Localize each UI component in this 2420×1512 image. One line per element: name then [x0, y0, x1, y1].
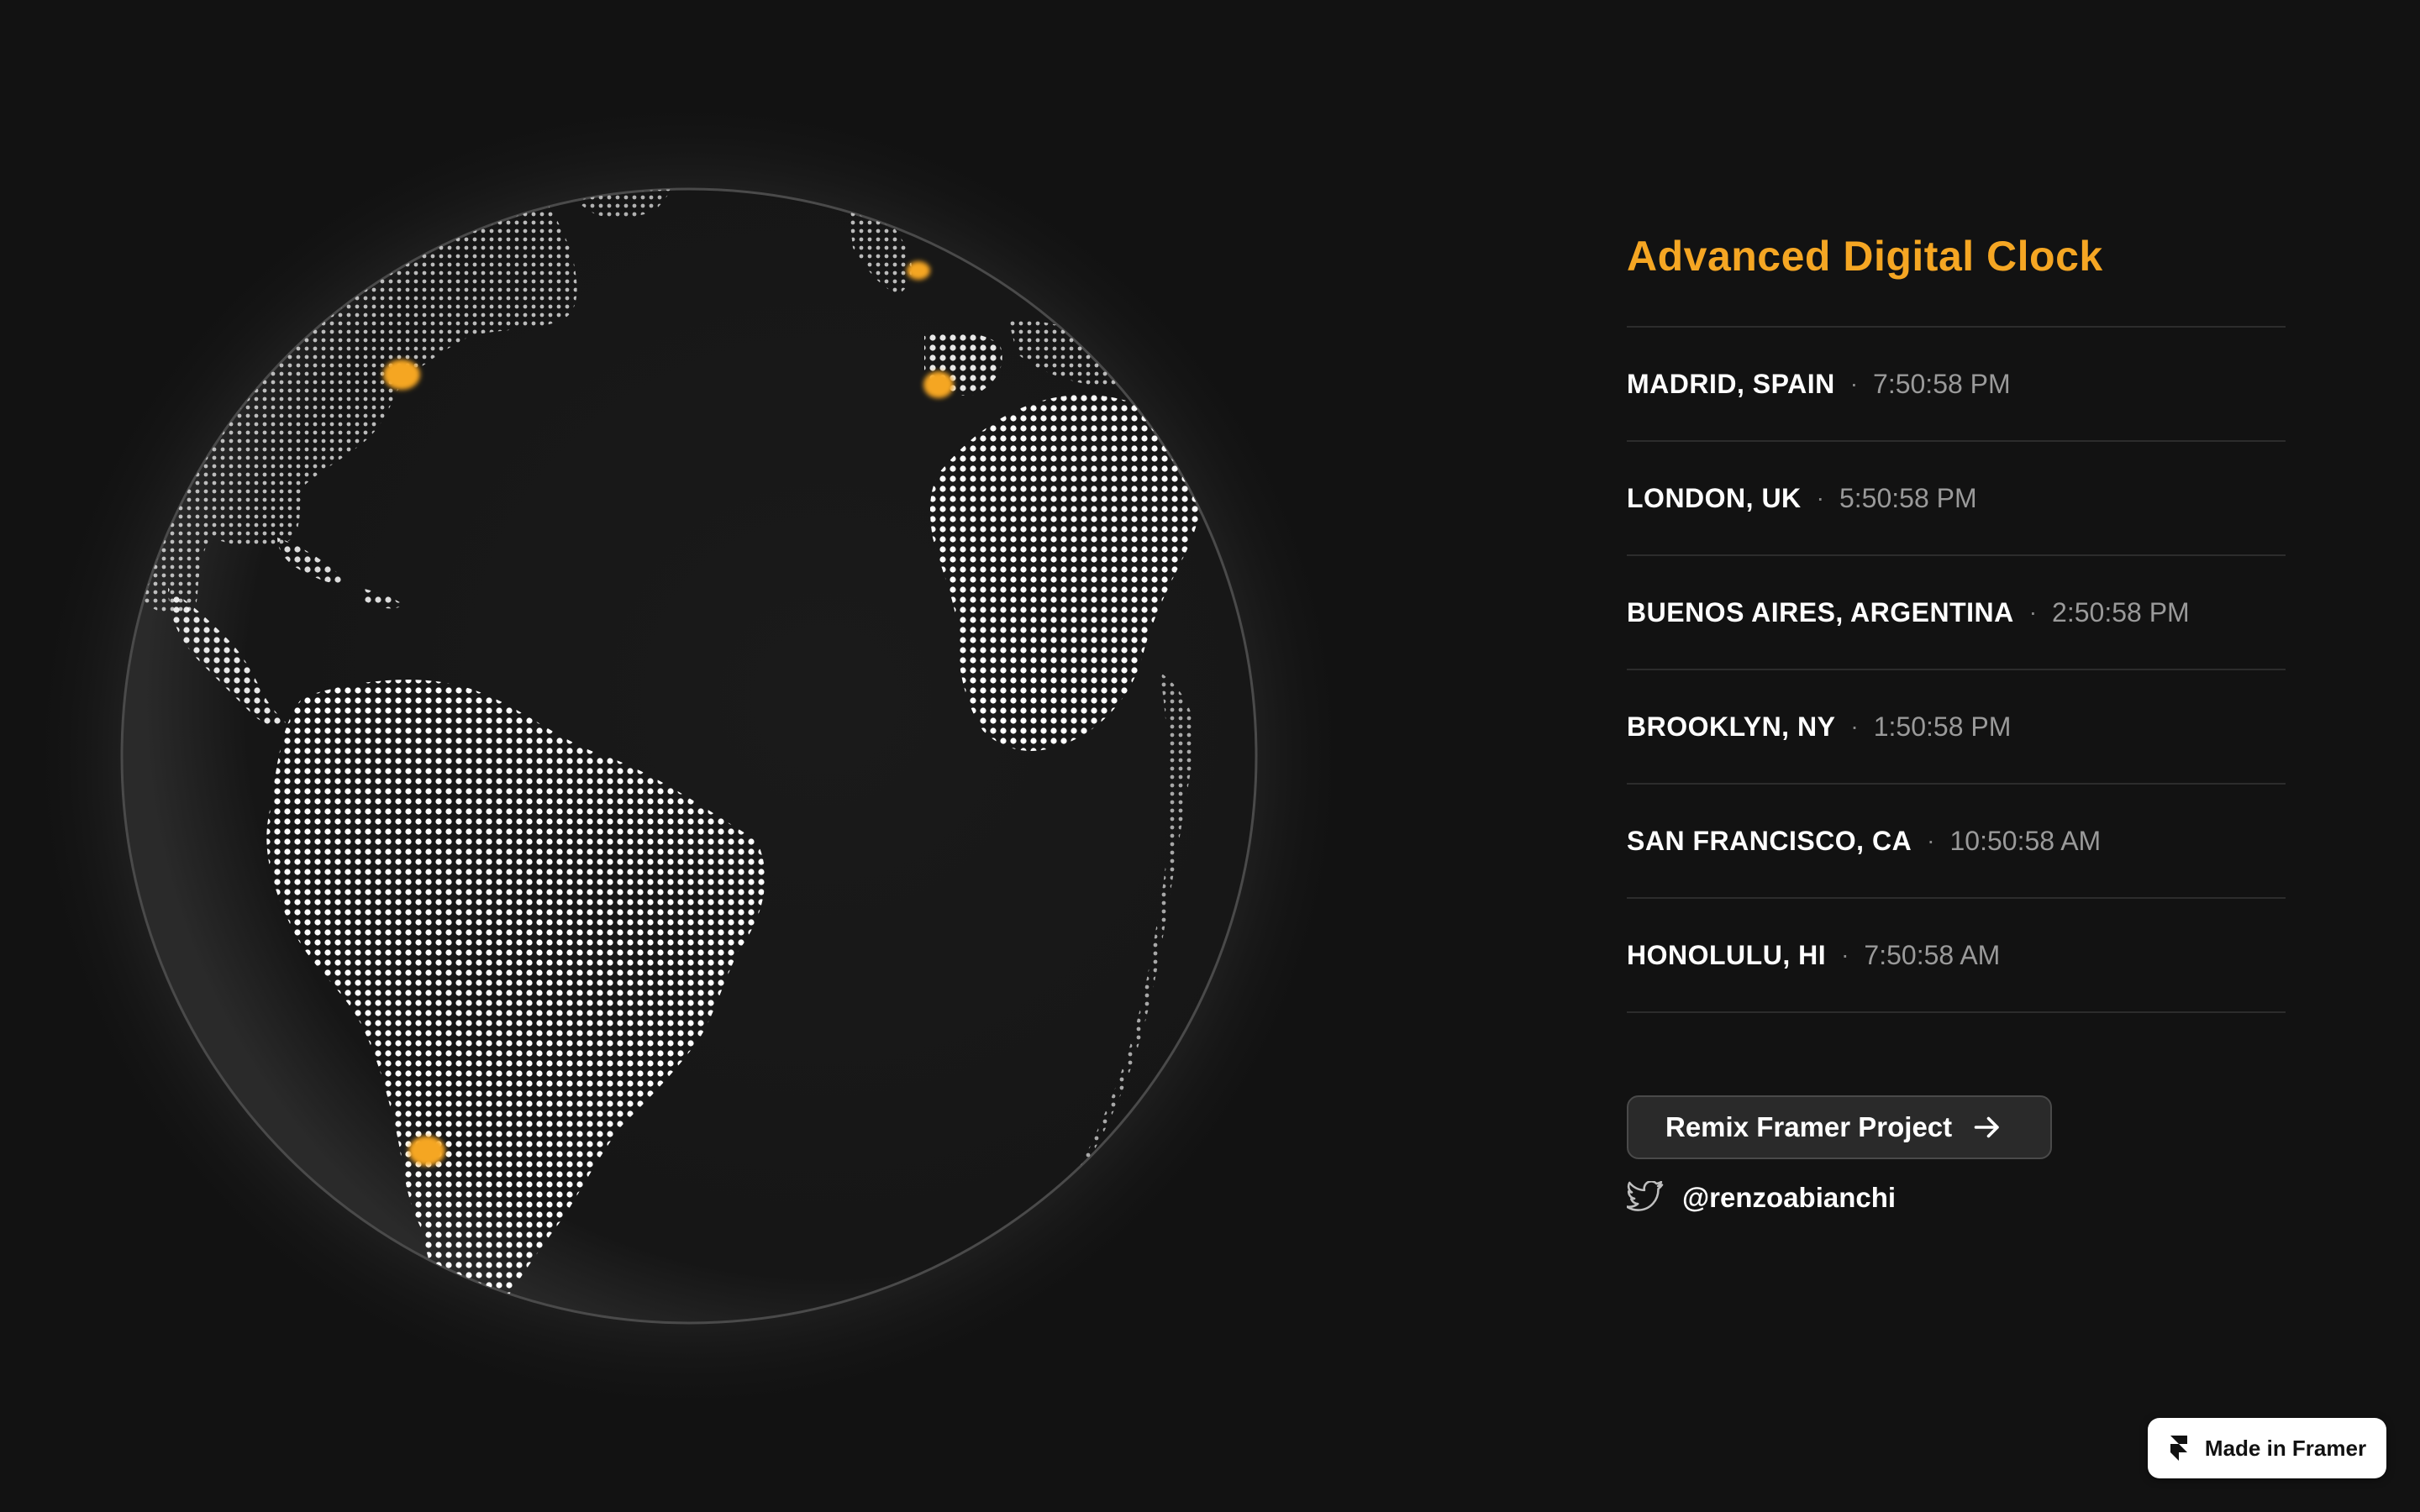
- twitter-bird-icon: [1627, 1181, 1664, 1211]
- city-time: 1:50:58 PM: [1873, 711, 2012, 742]
- marker-brooklyn: [383, 360, 420, 390]
- clock-panel: Advanced Digital Clock MADRID, SPAIN · 7…: [1627, 218, 2286, 1215]
- separator-dot: ·: [1849, 370, 1859, 396]
- arrow-right-icon: [1974, 1116, 1999, 1138]
- made-in-framer-badge[interactable]: Made in Framer: [2148, 1418, 2386, 1478]
- page-title: Advanced Digital Clock: [1627, 233, 2103, 280]
- city-time: 2:50:58 PM: [2052, 596, 2190, 627]
- list-item: MADRID, SPAIN · 7:50:58 PM: [1627, 328, 2286, 442]
- page: Advanced Digital Clock MADRID, SPAIN · 7…: [0, 0, 2420, 1512]
- remix-button-label: Remix Framer Project: [1665, 1111, 1953, 1142]
- marker-london: [907, 261, 930, 280]
- list-item: HONOLULU, HI · 7:50:58 AM: [1627, 899, 2286, 1013]
- separator-dot: ·: [1850, 713, 1859, 739]
- city-name: MADRID, SPAIN: [1627, 368, 1835, 399]
- separator-dot: ·: [2028, 599, 2038, 625]
- list-item: BUENOS AIRES, ARGENTINA · 2:50:58 PM: [1627, 556, 2286, 670]
- city-list: MADRID, SPAIN · 7:50:58 PM LONDON, UK · …: [1627, 326, 2286, 1013]
- city-time: 10:50:58 AM: [1949, 825, 2102, 856]
- city-name: BUENOS AIRES, ARGENTINA: [1627, 596, 2014, 627]
- list-item: LONDON, UK · 5:50:58 PM: [1627, 442, 2286, 556]
- framer-logo-icon: [2170, 1436, 2187, 1461]
- separator-dot: ·: [1927, 827, 1935, 853]
- city-name: HONOLULU, HI: [1627, 939, 1827, 970]
- remix-project-button[interactable]: Remix Framer Project: [1627, 1095, 2052, 1159]
- city-time: 7:50:58 PM: [1873, 368, 2011, 399]
- globe[interactable]: [0, 0, 1428, 1512]
- marker-buenos-aires: [408, 1136, 445, 1166]
- separator-dot: ·: [1841, 942, 1849, 968]
- framer-badge-label: Made in Framer: [2204, 1435, 2367, 1461]
- city-name: SAN FRANCISCO, CA: [1627, 825, 1912, 856]
- list-item: SAN FRANCISCO, CA · 10:50:58 AM: [1627, 785, 2286, 899]
- marker-madrid: [923, 371, 954, 398]
- city-name: BROOKLYN, NY: [1627, 711, 1836, 742]
- list-item: BROOKLYN, NY · 1:50:58 PM: [1627, 670, 2286, 785]
- twitter-link[interactable]: @renzoabianchi: [1627, 1181, 2286, 1215]
- city-name: LONDON, UK: [1627, 482, 1802, 513]
- globe-graphic: [25, 92, 1353, 1420]
- city-time: 5:50:58 PM: [1839, 482, 1977, 513]
- city-time: 7:50:58 AM: [1864, 939, 2001, 970]
- separator-dot: ·: [1816, 485, 1824, 511]
- twitter-handle: @renzoabianchi: [1682, 1182, 1897, 1213]
